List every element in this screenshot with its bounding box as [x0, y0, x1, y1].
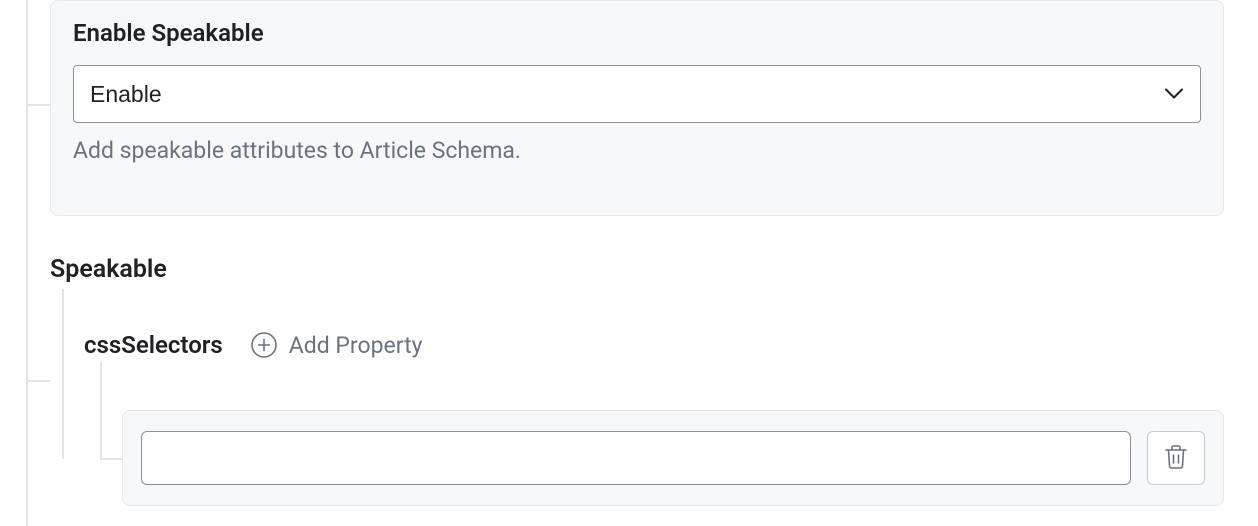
tree-line-vertical-main — [26, 0, 28, 526]
css-selectors-label: cssSelectors — [84, 331, 223, 359]
enable-speakable-select[interactable]: Enable — [73, 65, 1201, 123]
tree-line-vertical-speakable — [62, 289, 64, 459]
tree-line-vertical-css — [100, 362, 102, 460]
add-property-button[interactable]: Add Property — [251, 332, 423, 359]
css-selectors-row: cssSelectors Add Property — [84, 331, 422, 359]
css-selector-input[interactable] — [141, 431, 1131, 485]
tree-line-h-speakable — [26, 380, 50, 382]
tree-line-h-css — [100, 458, 122, 460]
css-selector-item-panel — [122, 410, 1224, 506]
tree-line-h-panel — [26, 104, 50, 106]
delete-css-selector-button[interactable] — [1147, 431, 1205, 485]
enable-speakable-helper: Add speakable attributes to Article Sche… — [73, 137, 1201, 164]
enable-speakable-panel: Enable Speakable Enable Add speakable at… — [50, 0, 1224, 216]
enable-speakable-label: Enable Speakable — [73, 19, 1201, 47]
speakable-heading: Speakable — [50, 255, 167, 284]
trash-icon — [1164, 444, 1188, 473]
plus-circle-icon — [251, 332, 277, 358]
enable-speakable-select-wrap: Enable — [73, 65, 1201, 123]
add-property-label: Add Property — [289, 332, 423, 359]
